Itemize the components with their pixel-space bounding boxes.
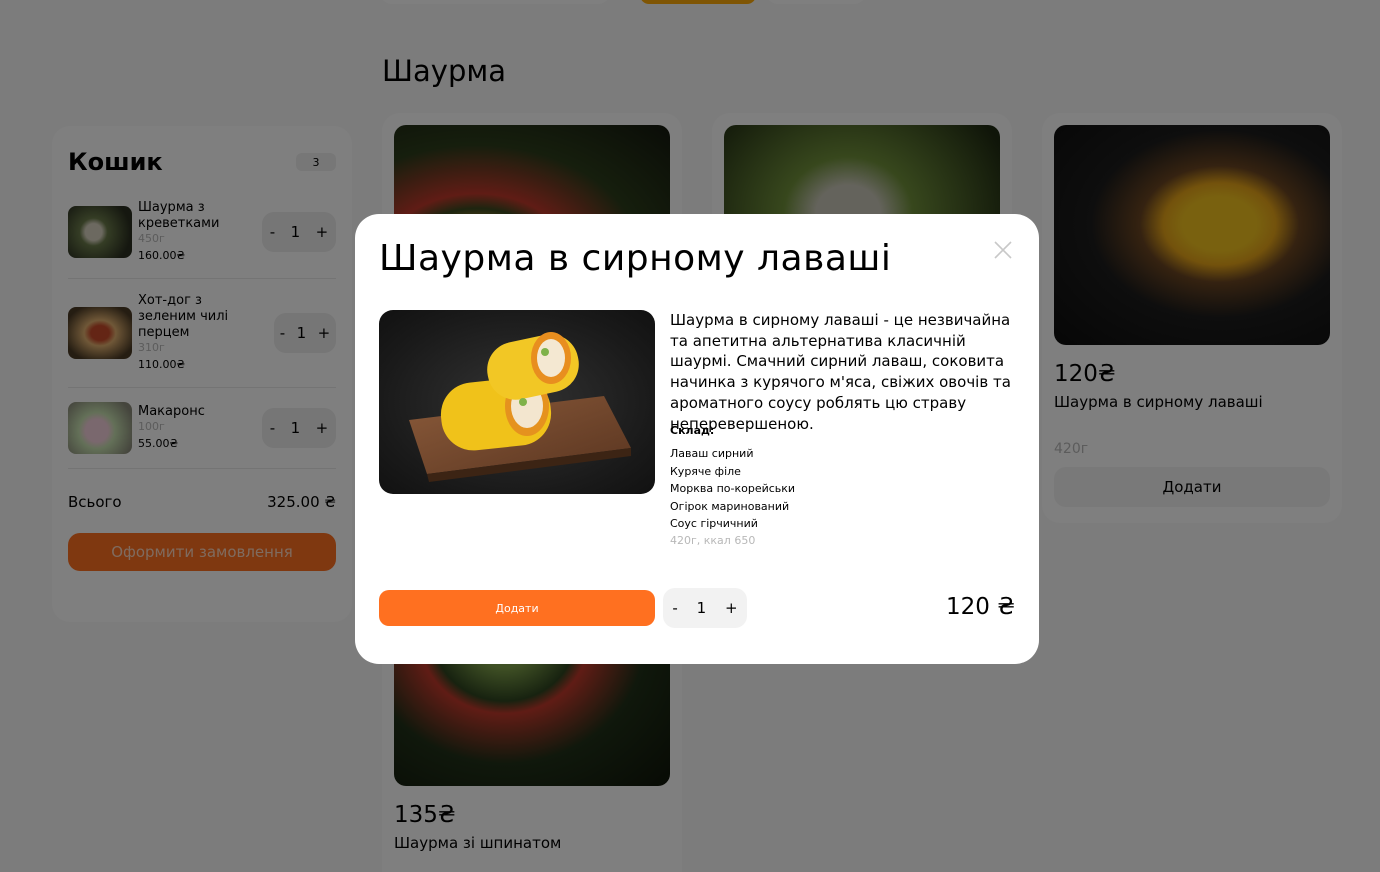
add-to-cart-button[interactable]: Додати: [379, 590, 655, 626]
ingredient-item: Морква по-корейськи: [670, 482, 796, 495]
ingredients-list: Лаваш сирний Куряче філе Морква по-корей…: [670, 445, 795, 533]
product-image: [379, 310, 655, 494]
modal-price: 120 ₴: [945, 594, 1015, 620]
ingredient-item: Куряче філе: [670, 464, 741, 478]
decrease-button[interactable]: -: [672, 599, 677, 617]
product-description: Шаурма в сирному лаваші - це незвичайна …: [670, 311, 1011, 433]
close-icon[interactable]: [991, 238, 1015, 262]
modal-title: Шаурма в сирному лаваші: [379, 238, 892, 279]
increase-button[interactable]: +: [725, 599, 738, 617]
quantity-value: 1: [696, 599, 707, 617]
product-modal: Шаурма в сирному лаваші Шаурма в сирному…: [355, 214, 1039, 664]
product-weight-calories: 420г, ккал 650: [670, 534, 756, 547]
ingredient-item: Лаваш сирний: [670, 447, 754, 460]
ingredients-label: Склад:: [670, 424, 715, 437]
ingredient-item: Соус гірчичний: [670, 517, 758, 530]
quantity-stepper: - 1 +: [663, 588, 747, 628]
ingredient-item: Огірок маринований: [670, 499, 790, 513]
